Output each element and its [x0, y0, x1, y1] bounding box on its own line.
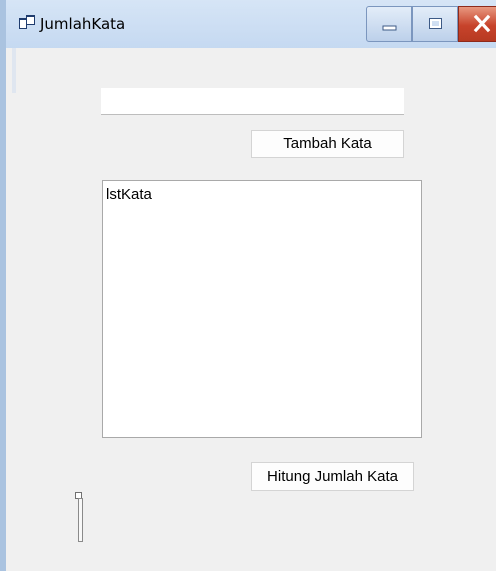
app-window: JumlahKata Tambah Kata lstKata Hitung Ju…	[0, 0, 496, 571]
maximize-button[interactable]	[412, 6, 458, 42]
close-button[interactable]	[458, 6, 496, 42]
vertical-scrollbar[interactable]	[75, 492, 84, 542]
word-listbox[interactable]: lstKata	[102, 180, 422, 438]
list-item[interactable]: lstKata	[106, 186, 418, 204]
minimize-button[interactable]	[366, 6, 412, 42]
add-word-button[interactable]: Tambah Kata	[251, 130, 404, 158]
minimize-icon	[382, 25, 397, 31]
title-bar[interactable]: JumlahKata	[6, 0, 496, 48]
window-title: JumlahKata	[40, 15, 126, 33]
window-edge-accent	[12, 48, 16, 93]
word-input[interactable]	[101, 88, 404, 115]
maximize-icon	[429, 18, 442, 29]
app-icon	[19, 15, 35, 29]
count-words-button[interactable]: Hitung Jumlah Kata	[251, 462, 414, 491]
close-icon	[473, 14, 491, 33]
